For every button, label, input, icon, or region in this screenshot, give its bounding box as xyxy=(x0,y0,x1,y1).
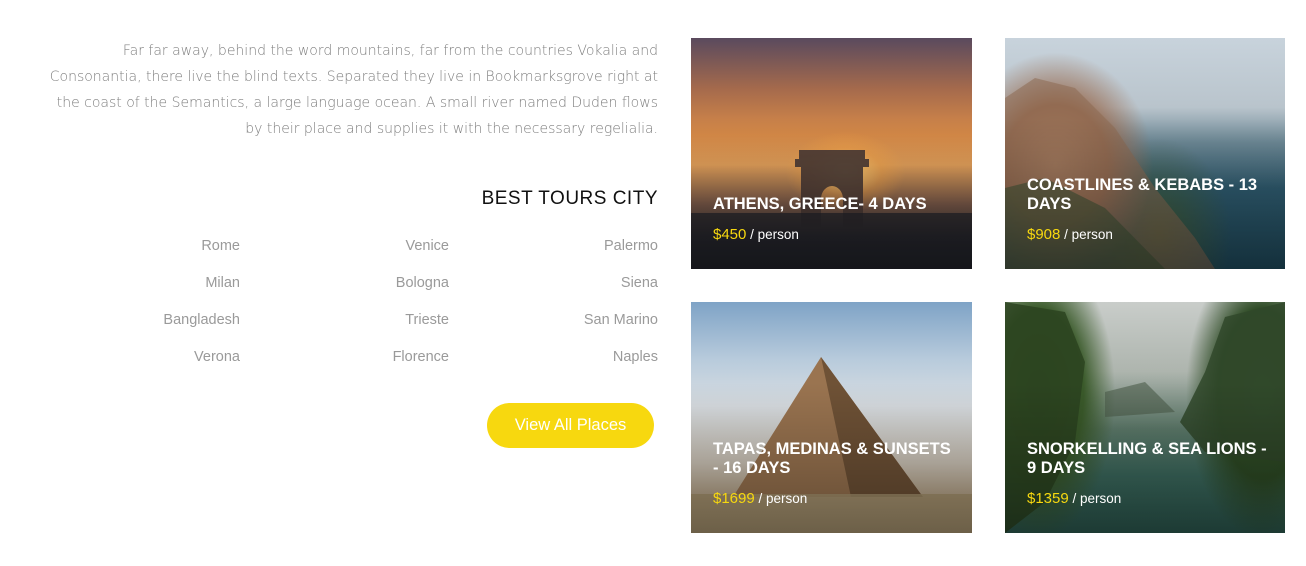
city-link[interactable]: Venice xyxy=(240,236,449,256)
city-link[interactable]: Rome xyxy=(40,236,240,256)
tour-title: COASTLINES & KEBABS - 13 DAYS xyxy=(1027,176,1258,213)
tour-price: $1699 / person xyxy=(713,490,808,507)
intro-paragraph: Far far away, behind the word mountains,… xyxy=(49,43,658,137)
tour-card-snorkelling[interactable]: SNORKELLING & SEA LIONS - 9 DAYS $1359 /… xyxy=(1005,302,1285,533)
city-link[interactable]: Naples xyxy=(449,347,658,367)
city-link[interactable]: Trieste xyxy=(240,310,449,330)
tour-card-athens[interactable]: ATHENS, GREECE- 4 DAYS $450 / person xyxy=(691,38,972,269)
city-link[interactable]: Palermo xyxy=(449,236,658,256)
city-list: Rome Venice Palermo Milan Bologna Siena … xyxy=(40,236,658,367)
tour-title: ATHENS, GREECE- 4 DAYS xyxy=(713,195,927,213)
city-link[interactable]: Milan xyxy=(40,273,240,293)
best-tours-title: BEST TOURS CITY xyxy=(481,188,658,209)
tour-price: $908 / person xyxy=(1027,226,1113,243)
city-link[interactable]: Bologna xyxy=(240,273,449,293)
tour-title: TAPAS, MEDINAS & SUNSETS - 16 DAYS xyxy=(713,440,951,477)
city-link[interactable]: Verona xyxy=(40,347,240,367)
tour-card-coastlines[interactable]: COASTLINES & KEBABS - 13 DAYS $908 / per… xyxy=(1005,38,1285,269)
tour-title: SNORKELLING & SEA LIONS - 9 DAYS xyxy=(1027,440,1267,477)
tour-price: $1359 / person xyxy=(1027,490,1122,507)
view-all-places-button[interactable]: View All Places xyxy=(487,403,654,448)
city-link[interactable]: San Marino xyxy=(449,310,658,330)
city-link[interactable]: Bangladesh xyxy=(40,310,240,330)
city-link[interactable]: Siena xyxy=(449,273,658,293)
tour-card-tapas[interactable]: TAPAS, MEDINAS & SUNSETS - 16 DAYS $1699… xyxy=(691,302,972,533)
tour-price: $450 / person xyxy=(713,226,799,243)
city-link[interactable]: Florence xyxy=(240,347,449,367)
